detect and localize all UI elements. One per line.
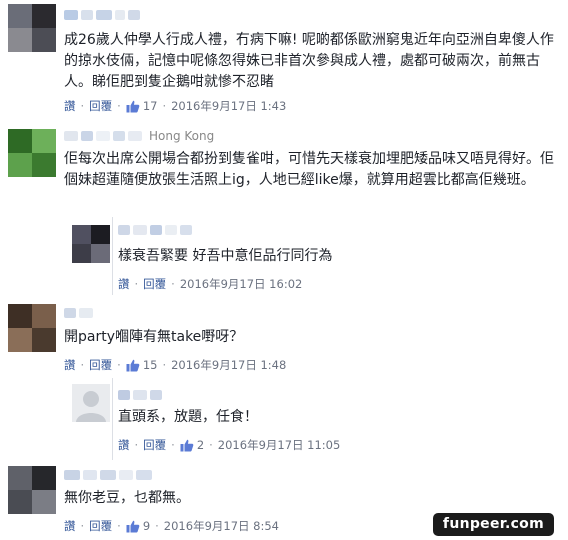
comment-text: 成26歲人仲學人行成人禮，冇病下嘛! 呢啲都係歐洲窮鬼近年向亞洲自卑傻人作的掠水… (64, 32, 554, 90)
comment-actions: 讚 · 回覆 · 17 · 2016年9月17日 1:43 (64, 98, 287, 114)
thumbs-up-icon (180, 439, 194, 452)
reply-author-name[interactable] (118, 388, 162, 402)
reply-button[interactable]: 回覆 (89, 357, 112, 373)
like-button[interactable]: 讚 (118, 276, 130, 292)
avatar[interactable] (8, 129, 56, 177)
reply-actions: 讚 · 回覆 · 2016年9月17日 16:02 (118, 276, 303, 292)
thumbs-up-icon (126, 359, 140, 372)
comment-text: 無你老豆，乜都無。 (64, 490, 190, 506)
watermark-logo: funpeer.com (432, 513, 554, 536)
thumbs-up-icon (126, 100, 140, 113)
reply-thread (112, 378, 113, 460)
like-count: 15 (142, 358, 158, 372)
reply-text: 直頭系，放題，任食！ (118, 409, 258, 425)
like-button[interactable]: 讚 (64, 357, 76, 373)
like-count: 9 (142, 519, 151, 533)
author-name[interactable]: Hong Kong (64, 129, 214, 143)
avatar[interactable] (8, 304, 56, 352)
author-name[interactable] (64, 306, 93, 320)
like-button[interactable]: 讚 (64, 518, 76, 534)
reply-actions: 讚 · 回覆 · 2 · 2016年9月17日 11:05 (118, 437, 341, 453)
reply-avatar[interactable] (72, 225, 110, 263)
avatar[interactable] (8, 4, 56, 52)
comment-2: Hong Kong 佢每次出席公開場合都扮到隻雀咁，可惜先天樣衰加埋肥矮品味又唔… (0, 125, 568, 295)
comment-actions: 讚 · 回覆 · 9 · 2016年9月17日 8:54 (64, 518, 279, 534)
reply-avatar-default[interactable] (72, 384, 110, 422)
like-button[interactable]: 讚 (118, 437, 130, 453)
like-count: 17 (142, 99, 158, 113)
timestamp[interactable]: 2016年9月17日 8:54 (164, 518, 279, 534)
thumbs-up-icon (126, 520, 140, 533)
timestamp[interactable]: 2016年9月17日 16:02 (180, 276, 303, 292)
like-button[interactable]: 讚 (64, 98, 76, 114)
reply-button[interactable]: 回覆 (89, 98, 112, 114)
reply-author-name[interactable] (118, 223, 192, 237)
author-location: Hong Kong (149, 129, 215, 143)
timestamp[interactable]: 2016年9月17日 1:43 (171, 98, 286, 114)
comment-text: 開party嗰陣有無take嘢呀？ (64, 329, 244, 345)
reply-button[interactable]: 回覆 (89, 518, 112, 534)
comment-actions: 讚 · 回覆 · 15 · 2016年9月17日 1:48 (64, 357, 287, 373)
timestamp[interactable]: 2016年9月17日 1:48 (171, 357, 286, 373)
default-user-icon (76, 391, 106, 422)
reply-text: 樣衰吾緊要 好吾中意佢品行同行為 (118, 248, 333, 264)
timestamp[interactable]: 2016年9月17日 11:05 (218, 437, 341, 453)
reply-thread (112, 217, 113, 295)
author-name[interactable] (64, 468, 152, 482)
author-name[interactable] (64, 8, 140, 22)
like-count: 2 (196, 438, 205, 452)
comment-text: 佢每次出席公開場合都扮到隻雀咁，可惜先天樣衰加埋肥矮品味又唔見得好。佢個妹超蓮隨… (64, 151, 554, 188)
comment-3: 開party嗰陣有無take嘢呀？ 讚 · 回覆 · 15 · 2016年9月1… (0, 300, 568, 460)
reply-button[interactable]: 回覆 (143, 437, 166, 453)
avatar[interactable] (8, 466, 56, 514)
comment-1: 成26歲人仲學人行成人禮，冇病下嘛! 呢啲都係歐洲窮鬼近年向亞洲自卑傻人作的掠水… (0, 0, 568, 125)
reply-button[interactable]: 回覆 (143, 276, 166, 292)
